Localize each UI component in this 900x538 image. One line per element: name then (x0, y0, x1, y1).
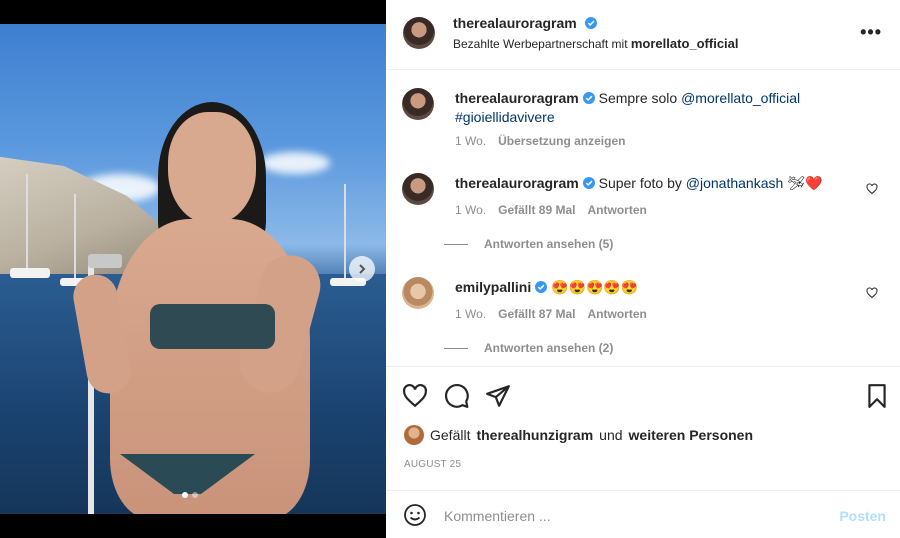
partnership-line: Bezahlte Werbepartnerschaft mit morellat… (453, 36, 739, 51)
shower-head (88, 254, 122, 268)
like-comment-heart-icon[interactable] (866, 183, 878, 195)
comment-body: Sempre solo (598, 90, 678, 106)
caption-comment: therealauroragram Sempre solo @morellato… (402, 88, 882, 158)
comment-item: emilypallini 😍😍😍😍😍 1 Wo. Gefällt 87 Mal … (402, 277, 882, 357)
view-replies-label: Antworten ansehen (5) (484, 237, 614, 251)
likes-prefix: Gefällt (430, 427, 471, 443)
like-comment-heart-icon[interactable] (866, 287, 878, 299)
liker-avatar[interactable] (404, 425, 424, 445)
view-replies-label: Antworten ansehen (2) (484, 341, 614, 355)
post-header: therealauroragram Bezahlte Werbepartners… (386, 0, 900, 70)
comment-input[interactable] (444, 505, 824, 527)
post-comment-button[interactable]: Posten (839, 508, 886, 524)
comment-age[interactable]: 1 Wo. (455, 203, 486, 217)
comment-avatar[interactable] (402, 88, 434, 120)
translate-button[interactable]: Übersetzung anzeigen (498, 134, 625, 148)
replies-line (444, 347, 468, 349)
reply-button[interactable]: Antworten (588, 203, 647, 217)
comment-bubble-icon[interactable] (444, 383, 470, 409)
comment-text: therealauroragram Sempre solo @morellato… (455, 89, 850, 127)
comment-emoji: 😍😍😍😍😍 (551, 279, 639, 295)
like-heart-icon[interactable] (402, 383, 428, 409)
post-photo[interactable] (0, 24, 386, 514)
more-horizontal-icon: ••• (860, 22, 882, 42)
chevron-right-icon (359, 264, 366, 274)
view-replies-button[interactable]: Antworten ansehen (2) (444, 341, 613, 355)
verified-badge-icon (585, 17, 598, 29)
emoji-smiley-icon[interactable] (403, 503, 427, 527)
replies-line (444, 243, 468, 245)
cloud (260, 152, 330, 174)
post-actions: Gefällt therealhunzigram und weiteren Pe… (386, 366, 900, 488)
comment-item: therealauroragram Super foto by @jonatha… (402, 173, 882, 253)
comment-avatar[interactable] (402, 173, 434, 205)
author-username[interactable]: therealauroragram (453, 15, 577, 31)
comment-text: therealauroragram Super foto by @jonatha… (455, 174, 850, 193)
comment-emoji: 🛩❤️ (787, 175, 823, 191)
post-date[interactable]: AUGUST 25 (404, 459, 461, 470)
add-comment-bar: Posten (386, 490, 900, 538)
comment-mention[interactable]: @jonathankash (686, 175, 784, 191)
bikini-top (150, 304, 275, 349)
boat (10, 268, 50, 278)
comment-age[interactable]: 1 Wo. (455, 134, 486, 148)
view-replies-button[interactable]: Antworten ansehen (5) (444, 237, 613, 251)
comment-avatar[interactable] (402, 277, 434, 309)
person-face (168, 112, 256, 224)
comment-username[interactable]: emilypallini (455, 279, 531, 295)
boat-mast (74, 194, 76, 282)
comment-username[interactable]: therealauroragram (455, 90, 579, 106)
comment-hashtag[interactable]: #gioiellidavivere (455, 109, 555, 125)
reply-button[interactable]: Antworten (588, 307, 647, 321)
carousel-dots (182, 492, 198, 498)
verified-badge-icon (582, 92, 595, 104)
boat-mast (26, 174, 28, 269)
author-avatar[interactable] (403, 17, 435, 49)
comment-age[interactable]: 1 Wo. (455, 307, 486, 321)
comment-meta: 1 Wo. Gefällt 89 Mal Antworten (455, 203, 647, 217)
comment-likes-count[interactable]: Gefällt 87 Mal (498, 307, 575, 321)
author-line: therealauroragram (453, 15, 598, 33)
comments-list: therealauroragram Sempre solo @morellato… (386, 70, 900, 365)
more-options-button[interactable]: ••• (860, 22, 882, 43)
comment-likes-count[interactable]: Gefällt 89 Mal (498, 203, 575, 217)
liker-username[interactable]: therealhunzigram (476, 427, 593, 443)
verified-badge-icon (582, 177, 595, 189)
save-bookmark-icon[interactable] (864, 383, 890, 409)
comment-meta: 1 Wo. Gefällt 87 Mal Antworten (455, 307, 647, 321)
boat-mast (344, 184, 346, 279)
likes-summary: Gefällt therealhunzigram und weiteren Pe… (404, 425, 753, 445)
carousel-dot-active (182, 492, 188, 498)
share-paper-plane-icon[interactable] (485, 383, 511, 409)
comment-text: emilypallini 😍😍😍😍😍 (455, 278, 850, 297)
carousel-dot (192, 492, 198, 498)
comment-body: Super foto by (598, 175, 682, 191)
post-media (0, 0, 386, 538)
partnership-label: Bezahlte Werbepartnerschaft mit (453, 37, 628, 51)
comment-username[interactable]: therealauroragram (455, 175, 579, 191)
verified-badge-icon (535, 281, 548, 293)
partner-username[interactable]: morellato_official (631, 36, 739, 51)
comment-meta: 1 Wo. Übersetzung anzeigen (455, 134, 625, 148)
likes-others-link[interactable]: weiteren Personen (629, 427, 754, 443)
carousel-next-button[interactable] (349, 256, 375, 282)
likes-middle: und (599, 427, 623, 443)
comment-mention[interactable]: @morellato_official (681, 90, 800, 106)
post-sidebar: therealauroragram Bezahlte Werbepartners… (386, 0, 900, 538)
